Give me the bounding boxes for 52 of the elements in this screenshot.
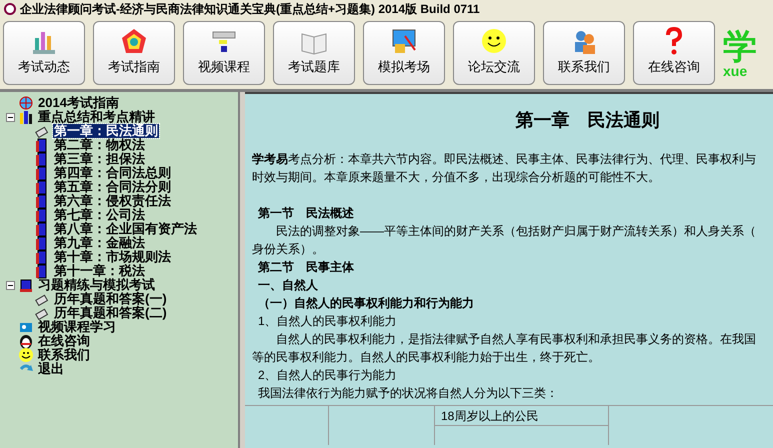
collapse-toggle[interactable]	[6, 112, 15, 122]
tree-item[interactable]: 历年真题和答案(一)	[53, 292, 168, 306]
tree-item[interactable]: 退出	[37, 362, 65, 376]
tree-item[interactable]: 第一章：民法通则	[53, 124, 159, 138]
tree-item[interactable]: 第五章：合同法分则	[53, 180, 172, 194]
tree-item[interactable]: 2014考试指南	[37, 96, 120, 110]
table-cell: 18周岁以上的公民	[435, 406, 608, 426]
text-line: 1、自然人的民事权利能力	[257, 313, 398, 330]
books-icon	[18, 109, 34, 125]
tree-item[interactable]: 第二章：物权法	[53, 138, 146, 152]
toolbar-button[interactable]: 联系我们	[543, 21, 625, 85]
app-icon	[4, 2, 16, 14]
paragraph: 自然人的民事权利能力，是指法律赋予自然人享有民事权利和承担民事义务的资格。在我国 等的民事权利能力。自然人的民事权利能力始于出生，终于死亡。	[252, 331, 757, 366]
tree-item[interactable]: 第六章：侵权责任法	[53, 194, 172, 208]
window-title: 企业法律顾问考试-经济与民商法律知识通关宝典(重点总结+习题集) 2014版 Build 0711	[20, 0, 480, 18]
paragraph: 学考易考点分析：本章共六节内容。即民法概述、民事主体、民事法律行为、代理、民事权利与 时效与期间。本章原来题量不大，分值不多，出现综合分析题的可能性不大。	[252, 151, 757, 186]
penguin-icon	[18, 333, 34, 349]
chapter-title: 第一章 民法通则	[514, 109, 660, 132]
toolbar-button[interactable]: 论坛交流	[453, 21, 535, 85]
smiley-icon	[479, 26, 509, 56]
tree-item[interactable]: 第十章：市场规则法	[53, 250, 172, 264]
section-heading: （一）自然人的民事权利能力和行为能力	[257, 295, 475, 312]
text-line: 2、自然人的民事行为能力	[257, 367, 398, 384]
tree-item[interactable]: 在线咨询	[37, 334, 91, 348]
toolbar-button[interactable]: 在线咨询	[633, 21, 715, 85]
toolbar-button[interactable]: 考试指南	[93, 21, 175, 85]
tree-item[interactable]: 第四章：合同法总则	[53, 166, 172, 180]
pentagon-icon	[119, 26, 149, 56]
tree-item[interactable]: 第七章：公司法	[53, 208, 146, 222]
tree-item[interactable]: 第十一章：税法	[53, 264, 146, 278]
tree-item[interactable]: 第八章：企业国有资产法	[53, 222, 198, 236]
book-icon	[18, 277, 34, 293]
tree-item[interactable]: 历年真题和答案(二)	[53, 306, 168, 320]
smiley-icon	[18, 347, 34, 363]
toolbar-button[interactable]: 模拟考场	[363, 21, 445, 85]
tree-item[interactable]: 联系我们	[37, 348, 91, 362]
section-heading: 第一节 民法概述	[257, 205, 355, 222]
paragraph: 民法的调整对象——平等主体间的财产关系（包括财产归属于财产流转关系）和人身关系（ 身份关系）。	[252, 223, 757, 258]
tree-item[interactable]: 第九章：金融法	[53, 236, 146, 250]
collapse-toggle[interactable]	[6, 280, 15, 290]
toolbar-button[interactable]: 考试题库	[273, 21, 355, 85]
section-heading: 一、自然人	[257, 277, 319, 294]
tree-item[interactable]: 习题精练与模拟考试	[37, 278, 156, 292]
toolbar-button[interactable]: 视频课程	[183, 21, 265, 85]
text-line: 我国法律依行为能力赋予的状况将自然人分为以下三类：	[257, 385, 559, 402]
section-heading: 第二节 民事主体	[257, 259, 355, 276]
tree-item[interactable]: 重点总结和考点精讲	[37, 110, 156, 124]
tree-item[interactable]: 第三章：担保法	[53, 152, 146, 166]
tree-item[interactable]: 视频课程学习	[37, 320, 117, 334]
globe-icon	[18, 95, 34, 111]
toolbar-button[interactable]: 考试动态	[3, 21, 85, 85]
logo: 学 xue	[723, 28, 757, 78]
